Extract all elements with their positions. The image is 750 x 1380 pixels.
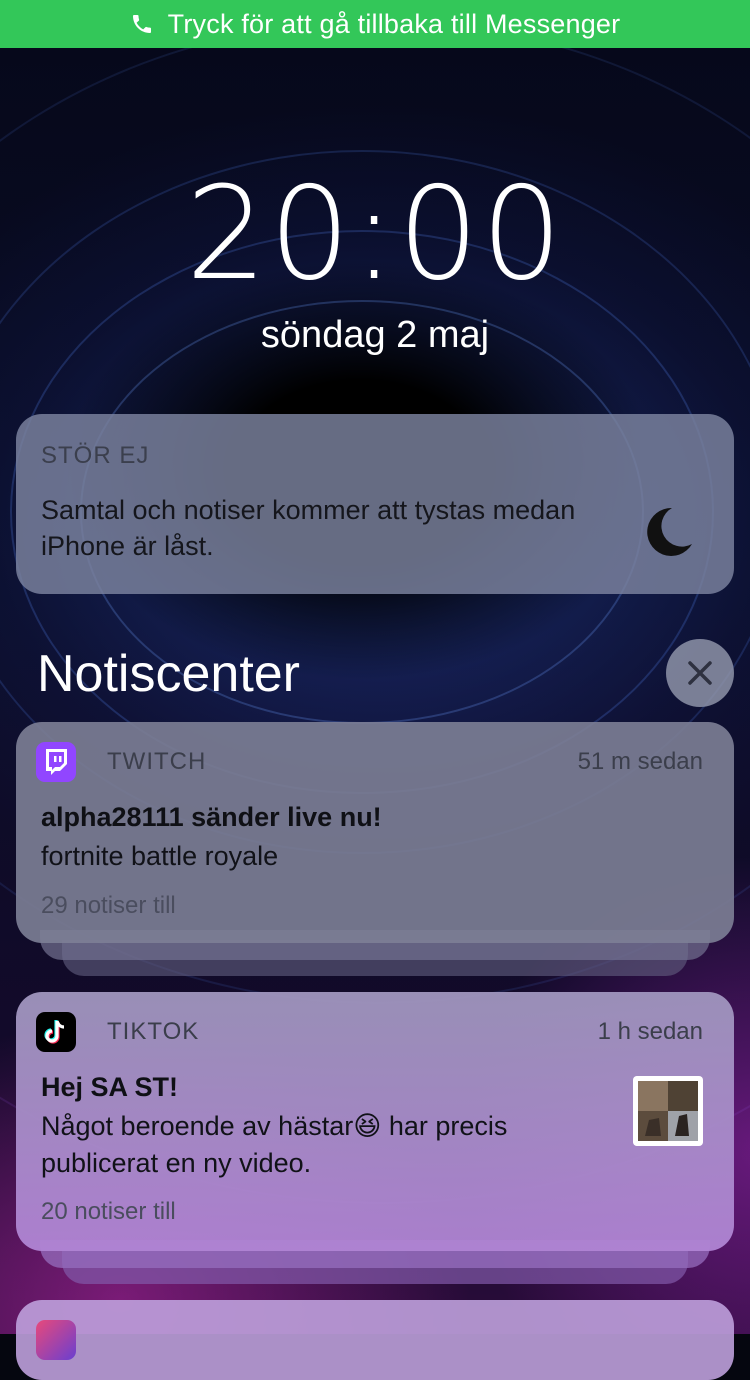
tiktok-icon xyxy=(36,1012,76,1052)
notification-headline: Hej SA ST! xyxy=(41,1072,179,1102)
app-icon xyxy=(36,1320,76,1360)
notification-message: fortnite battle royale xyxy=(41,841,279,871)
notification-twitch[interactable]: TWITCH 51 m sedan alpha28111 sänder live… xyxy=(16,722,734,943)
notification-center-title: Notiscenter xyxy=(37,645,300,703)
more-notifications-label: 29 notiser till xyxy=(41,892,176,919)
twitch-icon xyxy=(36,742,76,782)
do-not-disturb-card[interactable]: STÖR EJ Samtal och notiser kommer att ty… xyxy=(16,414,734,594)
notification-headline: alpha28111 sänder live nu! xyxy=(41,802,382,832)
laughing-emoji: 😆 xyxy=(353,1111,382,1141)
notification-app-name: TWITCH xyxy=(107,748,207,775)
lock-date: söndag 2 maj xyxy=(260,314,490,356)
notification-message-part: Något beroende av hästar xyxy=(41,1111,354,1141)
notification-app-name: TIKTOK xyxy=(107,1018,200,1045)
notification-message: Något beroende av hästar😆 har precis pub… xyxy=(41,1108,621,1182)
return-to-call-label: Tryck för att gå tillbaka till Messenger xyxy=(167,8,621,39)
more-notifications-label: 20 notiser till xyxy=(41,1198,176,1225)
moon-icon xyxy=(647,507,692,556)
notification-partial[interactable] xyxy=(16,1300,734,1380)
notification-time: 1 h sedan xyxy=(597,1018,703,1045)
lock-clock: 20:00 xyxy=(185,160,565,309)
video-thumbnail xyxy=(633,1076,703,1146)
clear-notifications-button[interactable] xyxy=(666,639,734,707)
close-icon xyxy=(688,661,712,685)
dnd-body: Samtal och notiser kommer att tystas med… xyxy=(41,495,576,561)
notification-time: 51 m sedan xyxy=(577,748,703,775)
return-to-call-banner[interactable]: Tryck för att gå tillbaka till Messenger xyxy=(0,0,750,48)
dnd-title: STÖR EJ xyxy=(41,442,150,469)
phone-icon xyxy=(132,15,151,33)
notification-tiktok[interactable]: TIKTOK 1 h sedan Hej SA ST! Något beroen… xyxy=(16,992,734,1251)
